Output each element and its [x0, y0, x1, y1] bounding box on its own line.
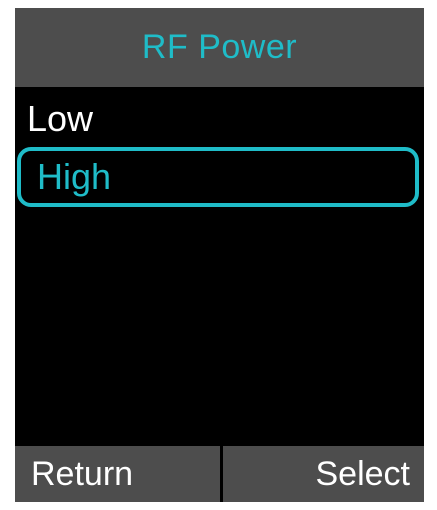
select-button-label: Select — [315, 454, 411, 493]
title-bar: RF Power — [15, 8, 424, 87]
return-button[interactable]: Return — [15, 446, 220, 502]
menu-item-label: High — [37, 156, 112, 197]
softkey-bar: Return Select — [15, 446, 424, 502]
menu-item-high[interactable]: High — [17, 147, 419, 207]
select-button[interactable]: Select — [223, 446, 424, 502]
menu-item-label: Low — [27, 98, 94, 139]
page-title: RF Power — [141, 28, 298, 66]
device-screen: RF Power Low High Return Select — [15, 8, 424, 502]
menu-item-low[interactable]: Low — [15, 94, 424, 144]
return-button-label: Return — [31, 454, 134, 493]
